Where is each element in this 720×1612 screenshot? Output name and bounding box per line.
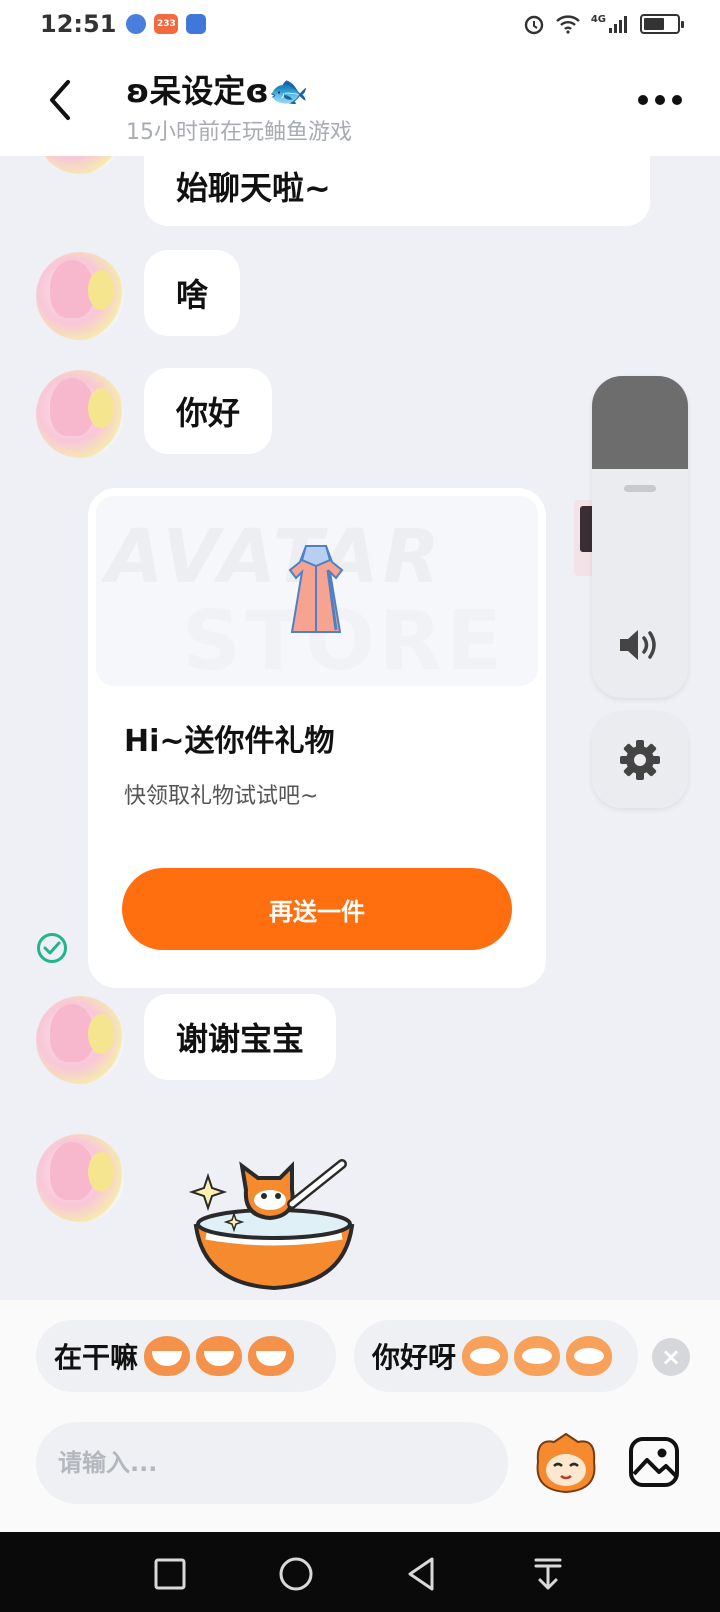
wifi-icon: [556, 15, 580, 34]
gift-image: AVATAR STORE: [96, 496, 538, 686]
smile-emoji-icon: [462, 1336, 509, 1376]
notification-pulldown-icon[interactable]: [528, 1554, 568, 1594]
signal-icon: [609, 16, 627, 33]
home-icon[interactable]: [276, 1554, 316, 1594]
system-status-icons: 4G: [523, 13, 684, 35]
alarm-icon: [524, 15, 544, 35]
smile-emoji-icon: [566, 1336, 613, 1376]
message-bubble[interactable]: 谢谢宝宝: [144, 994, 337, 1080]
send-another-gift-button[interactable]: 再送一件: [122, 868, 512, 950]
message-input[interactable]: [36, 1422, 508, 1504]
volume-settings-button[interactable]: [592, 712, 688, 808]
more-dots-icon: [638, 95, 648, 105]
avatar[interactable]: [36, 156, 124, 174]
grin-emoji-icon: [196, 1336, 243, 1376]
gift-subtitle: 快领取礼物试试吧~: [124, 784, 319, 809]
message-text: 啥: [176, 276, 209, 314]
close-icon: ×: [660, 1343, 682, 1371]
gift-card[interactable]: AVATAR STORE Hi~送你件礼物 快领取礼物试试吧~ 再送一件: [88, 488, 546, 988]
clock: 12:51: [40, 10, 117, 38]
volume-slider[interactable]: [592, 376, 688, 698]
volume-level-fill: [592, 376, 688, 469]
smile-emoji-icon: [514, 1336, 561, 1376]
check-circle-icon: [37, 933, 67, 963]
quick-reply-bar: 在干嘛 你好呀 ×: [0, 1300, 720, 1396]
image-icon: [629, 1437, 679, 1487]
quick-reply-label: 在干嘛: [54, 1341, 139, 1374]
sticker-cat-bowl[interactable]: [184, 1156, 364, 1296]
close-quick-replies-button[interactable]: ×: [652, 1338, 690, 1376]
contact-name: ʚ呆设定ɞ🐟: [126, 72, 309, 110]
gear-icon: [620, 740, 660, 780]
message-input-bar: [0, 1396, 720, 1532]
store-watermark: AVATAR: [106, 514, 444, 600]
grin-emoji-icon: [248, 1336, 295, 1376]
speaker-icon[interactable]: [617, 626, 663, 664]
emoji-mascot-icon: [536, 1432, 596, 1494]
avatar[interactable]: [36, 996, 124, 1084]
emoji-button[interactable]: [532, 1432, 600, 1494]
system-nav-bar: [0, 1532, 720, 1612]
avatar[interactable]: [36, 1134, 124, 1222]
dress-icon: [288, 545, 344, 633]
contact-status: 15小时前在玩鲉鱼游戏: [126, 120, 352, 145]
message-bubble[interactable]: 你好: [144, 368, 273, 454]
avatar[interactable]: [36, 370, 124, 458]
grin-emoji-icon: [144, 1336, 191, 1376]
quick-reply-chip[interactable]: 你好呀: [354, 1320, 638, 1392]
message-text: 你好: [176, 394, 241, 432]
gift-title: Hi~送你件礼物: [124, 724, 335, 759]
message-bubble[interactable]: 始聊天啦~: [144, 156, 650, 226]
back-triangle-icon[interactable]: [402, 1554, 442, 1594]
battery-icon: [640, 14, 684, 34]
chat-header: ʚ呆设定ɞ🐟 15小时前在玩鲉鱼游戏: [0, 48, 720, 156]
volume-handle[interactable]: [624, 485, 656, 492]
avatar[interactable]: [36, 252, 124, 340]
image-button[interactable]: [628, 1436, 680, 1488]
quick-reply-label: 你好呀: [372, 1341, 457, 1374]
card-notification-icon: [186, 14, 207, 34]
message-text: 始聊天啦~: [176, 169, 331, 207]
message-text: 谢谢宝宝: [176, 1020, 305, 1058]
more-button[interactable]: [638, 88, 684, 112]
notification-icons: 233: [126, 14, 207, 34]
message-bubble[interactable]: 啥: [144, 250, 241, 336]
status-bar: 12:51 233 4G: [0, 0, 720, 48]
chevron-left-icon: [50, 80, 70, 120]
app-notification-icon: [126, 14, 147, 34]
quick-reply-chip[interactable]: 在干嘛: [36, 1320, 336, 1392]
network-type: 4G: [590, 13, 606, 25]
recents-icon[interactable]: [150, 1554, 190, 1594]
back-button[interactable]: [40, 76, 80, 124]
bilibili-badge-icon: 233: [154, 14, 179, 34]
